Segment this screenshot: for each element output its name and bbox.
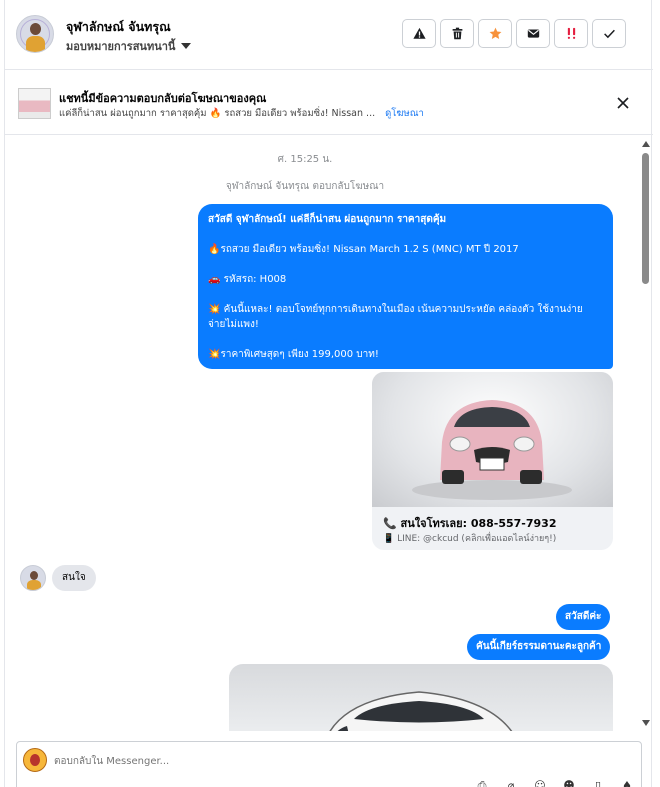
incoming-message-bubble[interactable]: สนใจ [52, 565, 96, 591]
message-timestamp: ศ. 15:25 น. [277, 154, 333, 165]
attachment-icon[interactable]: ⎙ [473, 778, 491, 787]
ad-message-line: 🔥รถสวย มือเดียว พร้อมซิ่ง! Nissan March … [208, 244, 519, 255]
mark-done-button[interactable] [592, 19, 626, 48]
assign-label: มอบหมายการสนทนานี้ [66, 40, 176, 53]
close-icon[interactable] [615, 95, 631, 111]
ad-thumbnail [18, 88, 51, 119]
exclamation-icon [567, 27, 575, 39]
composer-toolbar: ⎙ ⌀ ☺ ☻ ▯ ♠ [473, 778, 636, 787]
ad-message-line: สวัสดี จุฬาลักษณ์! แค่ลีก็น่าสน ผ่อนถูกม… [208, 214, 447, 225]
like-icon[interactable]: ♠ [618, 778, 636, 787]
paperclip-icon[interactable]: ⌀ [502, 778, 520, 787]
ad-message-bubble[interactable]: สวัสดี จุฬาลักษณ์! แค่ลีก็น่าสน ผ่อนถูกม… [198, 204, 613, 369]
sticker-icon[interactable]: ☻ [560, 778, 578, 787]
ad-message-line: 💥ราคาพิเศษสุดๆ เพียง 199,000 บาท! [208, 349, 379, 360]
saved-reply-icon[interactable]: ▯ [589, 778, 607, 787]
check-icon [603, 29, 615, 39]
emoji-icon[interactable]: ☺ [531, 778, 549, 787]
page-avatar [23, 748, 47, 772]
mark-important-button[interactable] [554, 19, 588, 48]
outgoing-message-bubble[interactable]: สวัสดีค่ะ [556, 604, 611, 630]
sender-avatar[interactable] [20, 565, 46, 591]
ad-reply-banner: แชทนี้มีข้อความตอบกลับต่อโฆษณาของคุณ แค่… [5, 71, 653, 135]
scroll-down-arrow-icon[interactable] [642, 720, 650, 726]
contact-avatar[interactable] [16, 15, 54, 53]
scroll-up-arrow-icon[interactable] [642, 141, 650, 147]
contact-name[interactable]: จุฬาลักษณ์ จันทรุณ [66, 17, 171, 37]
car-photo-message[interactable] [229, 664, 613, 731]
ad-message-line: 🚗 รหัสรถ: H008 [208, 274, 287, 285]
car-ad-card[interactable]: 📞 สนใจโทรเลย: 088-557-7932 📱 LINE: @ckcu… [372, 372, 613, 550]
assign-conversation-dropdown[interactable]: มอบหมายการสนทนานี้ [66, 37, 192, 55]
ad-banner-subtitle: แค่ลีก็น่าสน ผ่อนถูกมาก ราคาสุดคุ้ม 🔥 รถ… [59, 106, 424, 121]
conversation-header: จุฬาลักษณ์ จันทรุณ มอบหมายการสนทนานี้ [5, 0, 653, 70]
outgoing-message-bubble[interactable]: คันนี้เกียร์ธรรมดานะคะลูกค้า [467, 634, 611, 660]
star-button[interactable] [478, 19, 512, 48]
line-contact-text[interactable]: 📱 LINE: @ckcud (คลิกเพื่อแอดไลน์ง่ายๆ!) [383, 531, 556, 545]
ad-banner-title: แชทนี้มีข้อความตอบกลับต่อโฆษณาของคุณ [59, 92, 267, 105]
ad-preview-text: แค่ลีก็น่าสน ผ่อนถูกมาก ราคาสุดคุ้ม 🔥 รถ… [59, 108, 376, 119]
white-car-illustration [329, 691, 513, 731]
report-spam-button[interactable] [402, 19, 436, 48]
ad-reply-note: จุฬาลักษณ์ จันทรุณ ตอบกลับโฆษณา [225, 181, 385, 192]
envelope-icon [527, 29, 539, 38]
warning-icon [412, 27, 426, 39]
scrollbar-thumb[interactable] [642, 153, 649, 284]
mark-unread-button[interactable] [516, 19, 550, 48]
delete-button[interactable] [440, 19, 474, 48]
message-thread[interactable]: ศ. 15:25 น. จุฬาลักษณ์ จันทรุณ ตอบกลับโฆ… [5, 136, 639, 731]
message-composer: ⎙ ⌀ ☺ ☻ ▯ ♠ [16, 741, 642, 787]
pink-car-illustration [412, 400, 572, 500]
conversation-panel: จุฬาลักษณ์ จันทรุณ มอบหมายการสนทนานี้ แช… [4, 0, 653, 787]
chevron-down-icon [181, 43, 192, 49]
ad-message-line: 💥 คันนี้แหละ! ตอบโจทย์ทุกการเดินทางในเมื… [208, 304, 583, 330]
phone-contact-text: 📞 สนใจโทรเลย: 088-557-7932 [383, 517, 557, 530]
trash-icon [452, 27, 462, 40]
thread-scrollbar[interactable] [639, 136, 653, 731]
view-ad-link[interactable]: ดูโฆษณา [385, 106, 424, 121]
car-photo[interactable] [372, 372, 613, 507]
conversation-actions [402, 19, 626, 48]
reply-input[interactable] [54, 751, 614, 771]
star-icon [489, 27, 501, 40]
